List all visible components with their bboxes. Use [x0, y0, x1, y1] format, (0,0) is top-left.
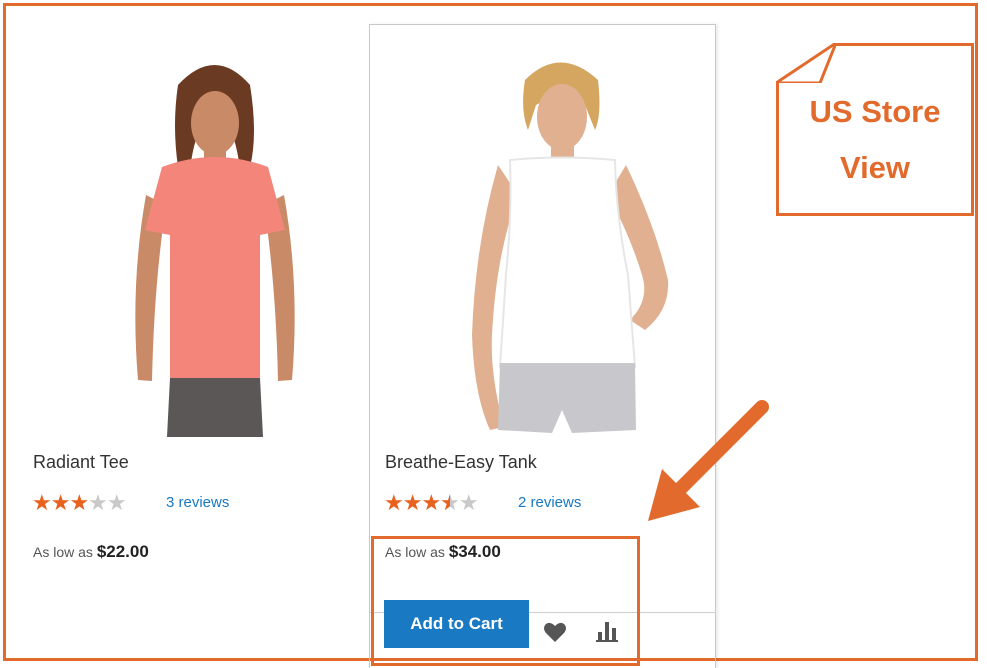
price-prefix: As low as [33, 544, 93, 560]
rating-stars: ★★★★★★ [384, 490, 479, 515]
price: $22.00 [96, 542, 149, 561]
arrow-annotation [648, 400, 769, 521]
rating-stars: ★★★★★ [32, 490, 127, 515]
product-image-breathe-easy-tank[interactable] [430, 45, 690, 437]
note-line-2: View [839, 150, 911, 185]
folded-corner-icon [776, 43, 836, 83]
add-to-cart-button[interactable]: Add to Cart [384, 600, 529, 648]
bar-chart-icon[interactable] [596, 620, 620, 642]
heart-icon[interactable] [543, 621, 567, 643]
reviews-link[interactable]: 3 reviews [166, 494, 229, 511]
product-name[interactable]: Radiant Tee [33, 452, 129, 473]
price-box: As low as $22.00 [33, 542, 149, 562]
product-image-radiant-tee[interactable] [100, 45, 330, 437]
product-name[interactable]: Breathe-Easy Tank [385, 452, 537, 473]
reviews-link[interactable]: 2 reviews [518, 494, 581, 511]
store-view-note: US Store View [776, 43, 974, 216]
note-line-1: US Store [809, 94, 941, 129]
